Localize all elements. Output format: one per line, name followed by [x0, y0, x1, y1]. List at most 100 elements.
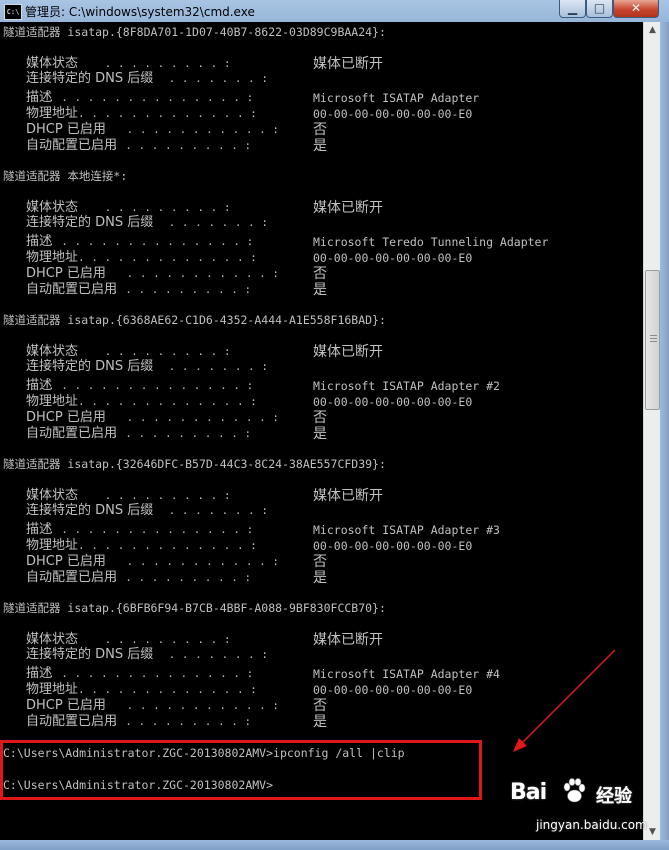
property-dots: . . . . . . . . . . . . . :: [78, 107, 257, 120]
property-value: 媒体已断开: [313, 488, 383, 504]
property-label: 自动配置已启用: [26, 426, 118, 441]
property-dots: . . . . . . . . . . . . . :: [78, 395, 257, 408]
window-frame-right: [660, 22, 669, 850]
property-value: 00-00-00-00-00-00-00-E0: [313, 251, 473, 265]
property-dots: . . . . . . . . . . . :: [120, 411, 279, 424]
property-value: Microsoft ISATAP Adapter #2: [313, 379, 500, 393]
property-dots: . . . . . . . . . . . :: [120, 267, 279, 280]
property-dots: . . . . . . . :: [162, 216, 268, 229]
property-label: 连接特定的 DNS 后缀: [26, 215, 154, 230]
property-label: 物理地址: [26, 250, 79, 265]
property-dots: . . . . . . . . . :: [98, 57, 231, 70]
property-label: 自动配置已启用: [26, 570, 118, 585]
property-value: 是: [313, 426, 327, 442]
watermark-url: jingyan.baidu.com: [536, 818, 647, 832]
property-dots: . . . . . . . . . . :: [112, 139, 252, 152]
property-dots: . . . . . . . . . :: [98, 345, 231, 358]
adapter-header: 隧道适配器 isatap.{6368AE62-C1D6-4352-A444-A1…: [3, 313, 386, 327]
watermark-logo: Bai: [510, 780, 547, 805]
property-dots: . . . . . . . :: [162, 648, 268, 661]
scroll-up-arrow-icon[interactable]: ▲: [645, 22, 660, 38]
property-dots: . . . . . . . . . . . . . . . :: [48, 235, 254, 248]
property-label: 自动配置已启用: [26, 138, 118, 153]
property-value: 00-00-00-00-00-00-00-E0: [313, 683, 473, 697]
property-dots: . . . . . . . . . :: [98, 633, 231, 646]
close-button[interactable]: ✕: [613, 0, 659, 18]
property-label: 媒体状态: [26, 56, 79, 71]
property-value: 媒体已断开: [313, 344, 383, 360]
adapter-header: 隧道适配器 本地连接*:: [3, 169, 128, 183]
property-label: 媒体状态: [26, 632, 79, 647]
grip-line: [650, 335, 657, 336]
property-value: 是: [313, 570, 327, 586]
property-value: 是: [313, 138, 327, 154]
minimize-button[interactable]: ▁: [559, 0, 586, 18]
property-value: 媒体已断开: [313, 56, 383, 72]
property-value: 否: [313, 410, 327, 426]
property-label: 物理地址: [26, 538, 79, 553]
property-dots: . . . . . . . . . . . :: [120, 699, 279, 712]
property-value: 否: [313, 122, 327, 138]
property-label: 物理地址: [26, 682, 79, 697]
property-value: 媒体已断开: [313, 632, 383, 648]
property-dots: . . . . . . . . . . . . . . . :: [48, 667, 254, 680]
property-value: 00-00-00-00-00-00-00-E0: [313, 107, 473, 121]
watermark-jingyan: 经验: [596, 786, 632, 807]
property-value: 否: [313, 698, 327, 714]
property-dots: . . . . . . . . . . . . . . . :: [48, 91, 254, 104]
property-value: Microsoft ISATAP Adapter #3: [313, 523, 500, 537]
property-dots: . . . . . . . . . . . . . . . :: [48, 379, 254, 392]
console-output[interactable]: 隧道适配器 isatap.{8F8DA701-1D07-40B7-8622-03…: [0, 22, 643, 840]
property-value: 否: [313, 266, 327, 282]
property-label: 连接特定的 DNS 后缀: [26, 647, 154, 662]
property-dots: . . . . . . . :: [162, 360, 268, 373]
property-dots: . . . . . . . . . . . :: [120, 123, 279, 136]
property-dots: . . . . . . . . . . . . . :: [78, 251, 257, 264]
property-dots: . . . . . . . . . . . . . :: [78, 683, 257, 696]
property-label: DHCP 已启用: [26, 698, 106, 713]
property-label: 连接特定的 DNS 后缀: [26, 359, 154, 374]
baidu-watermark: Bai 经验 jingyan.baidu.com: [510, 778, 650, 838]
adapter-header: 隧道适配器 isatap.{6BFB6F94-B7CB-4BBF-A088-9B…: [3, 601, 386, 615]
property-value: 是: [313, 282, 327, 298]
window-frame-bottom: [0, 840, 669, 850]
property-value: 是: [313, 714, 327, 730]
property-value: 00-00-00-00-00-00-00-E0: [313, 539, 473, 553]
property-dots: . . . . . . . . . . :: [112, 427, 252, 440]
property-dots: . . . . . . . :: [162, 504, 268, 517]
scroll-thumb[interactable]: [645, 270, 660, 410]
vertical-scrollbar[interactable]: ▲ ▼: [643, 22, 661, 840]
adapter-header: 隧道适配器 isatap.{32646DFC-B57D-44C3-8C24-38…: [3, 457, 386, 471]
property-label: DHCP 已启用: [26, 554, 106, 569]
grip-line: [650, 338, 657, 339]
paw-icon: [563, 778, 586, 803]
property-dots: . . . . . . . :: [162, 72, 268, 85]
property-value: 否: [313, 554, 327, 570]
property-value: Microsoft ISATAP Adapter: [313, 91, 480, 105]
property-dots: . . . . . . . . . . . . . :: [78, 539, 257, 552]
property-label: 媒体状态: [26, 200, 79, 215]
property-label: 自动配置已启用: [26, 282, 118, 297]
cmd-app-icon[interactable]: C:\: [4, 4, 22, 20]
property-label: DHCP 已启用: [26, 122, 106, 137]
property-dots: . . . . . . . . . . . . . . . :: [48, 523, 254, 536]
property-label: 连接特定的 DNS 后缀: [26, 503, 154, 518]
property-value: 00-00-00-00-00-00-00-E0: [313, 395, 473, 409]
property-value: 媒体已断开: [313, 200, 383, 216]
property-label: DHCP 已启用: [26, 410, 106, 425]
property-label: 媒体状态: [26, 488, 79, 503]
property-dots: . . . . . . . . . . :: [112, 283, 252, 296]
title-bar[interactable]: C:\ 管理员: C:\windows\system32\cmd.exe ▁ □…: [0, 0, 669, 22]
property-label: 物理地址: [26, 394, 79, 409]
property-label: DHCP 已启用: [26, 266, 106, 281]
maximize-button[interactable]: □: [586, 0, 613, 18]
property-value: Microsoft Teredo Tunneling Adapter: [313, 235, 549, 249]
property-label: 物理地址: [26, 106, 79, 121]
property-label: 连接特定的 DNS 后缀: [26, 71, 154, 86]
property-dots: . . . . . . . . . :: [98, 201, 231, 214]
grip-line: [650, 341, 657, 342]
property-label: 自动配置已启用: [26, 714, 118, 729]
cmd-window: C:\ 管理员: C:\windows\system32\cmd.exe ▁ □…: [0, 0, 669, 850]
property-dots: . . . . . . . . . . :: [112, 715, 252, 728]
command-highlight-box: [0, 740, 482, 800]
